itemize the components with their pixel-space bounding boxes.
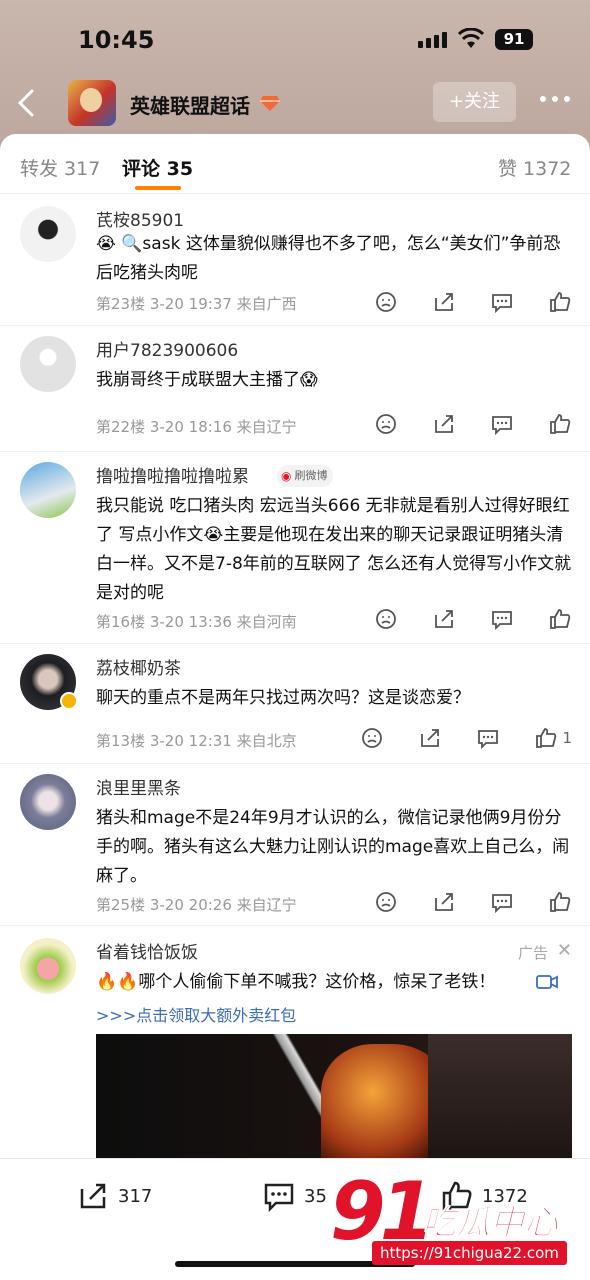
watermark-url: https://91chigua22.com [372,1241,567,1265]
comment-username[interactable]: 芪桉85901 [96,206,184,231]
weibo-tag-label: 刷微博 [294,469,328,482]
like-count: 1 [562,729,572,747]
wifi-icon [458,28,484,48]
topic-title[interactable]: 英雄联盟超话 [130,90,250,119]
video-camera-icon [536,975,558,989]
topic-avatar[interactable] [68,80,116,126]
comment-username[interactable]: 用户7823900606 [96,336,238,361]
dislike-face-icon[interactable] [374,890,398,914]
comment-meta: 第25楼 3-20 20:26 来自辽宁 [96,896,297,914]
repost-count: 317 [118,1185,153,1207]
user-avatar[interactable] [20,336,76,392]
user-avatar[interactable] [20,774,76,830]
tab-comments[interactable]: 评论 35 [122,154,193,181]
comment-item: 浪里里黑条 猪头和mage不是24年9月才认识的么，微信记录他俩9月份分手的啊。… [0,766,590,926]
ad-username[interactable]: 省着钱恰饭饭 [96,938,198,963]
comment-text: 我只能说 吃口猪头肉 宏远当头666 无非就是看别人过得好眼红了 写点小作文😭主… [96,496,572,603]
comment-meta: 第16楼 3-20 13:36 来自河南 [96,613,297,631]
reply-icon[interactable] [490,290,514,314]
comment-item: 芪桉85901 😭 🔍sask 这体量貌似赚得也不多了吧，怎么“美女们”争前恐后… [0,198,590,326]
comment-item: 用户7823900606 我崩哥终于成联盟大主播了😱 第22楼 3-20 18:… [0,328,590,452]
comment-icon [264,1183,294,1213]
comment-text: 猪头和mage不是24年9月才认识的么，微信记录他俩9月份分手的啊。猪头有这么大… [96,808,570,886]
share-icon [80,1183,106,1209]
comment-username[interactable]: 荔枝椰奶茶 [96,654,181,679]
watermark-text: 吃瓜中心 [422,1203,559,1244]
share-icon[interactable] [432,290,456,314]
comment-count: 35 [304,1185,327,1207]
thumbs-up-icon [536,728,557,748]
more-options-icon[interactable] [540,96,570,102]
verified-badge-icon [60,692,78,710]
tab-active-indicator [135,186,181,190]
comment-actions [340,412,572,436]
user-avatar[interactable] [20,206,76,262]
cellular-signal-icon [418,32,447,48]
weibo-tag: ◉ 刷微博 [277,465,334,487]
ad-text: 🔥🔥哪个人偷偷下单不喊我？这价格，惊呆了老铁！ [96,972,496,992]
follow-button[interactable]: +关注 [433,82,516,122]
share-icon[interactable] [432,890,456,914]
comment-actions [340,890,572,914]
tab-bar: 转发 317 评论 35 赞 1372 [0,134,590,194]
battery-icon: 91 [495,29,533,50]
comment-actions [340,290,572,314]
share-icon[interactable] [418,726,442,750]
status-time: 10:45 [78,26,155,54]
like-button[interactable]: 1 [534,726,572,750]
top-nav: 英雄联盟超话 +关注 [0,78,590,128]
back-arrow-icon[interactable] [12,86,42,120]
tab-repost[interactable]: 转发 317 [20,154,100,181]
share-icon[interactable] [432,412,456,436]
status-bar: 10:45 91 [0,0,590,80]
reply-icon[interactable] [476,726,500,750]
comment-text: 聊天的重点不是两年只找过两次吗？这是谈恋爱？ [96,688,470,708]
thumbs-up-icon[interactable] [548,607,572,631]
user-avatar[interactable] [20,462,76,518]
comment-button[interactable]: 35 [262,1179,327,1213]
reply-icon[interactable] [490,412,514,436]
tab-likes[interactable]: 赞 1372 [498,154,571,181]
watermark-logo: 91 吃瓜中心 https://91chigua22.com [330,1165,580,1270]
weibo-icon: ◉ [281,469,292,483]
dislike-face-icon[interactable] [374,607,398,631]
ad-label: 广告 [517,944,548,962]
ad-video-thumbnail[interactable] [96,1034,572,1164]
comment-meta: 第22楼 3-20 18:16 来自辽宁 [96,418,297,436]
reply-icon[interactable] [490,607,514,631]
comment-meta: 第13楼 3-20 12:31 来自北京 [96,732,297,750]
comment-item: 荔枝椰奶茶 聊天的重点不是两年只找过两次吗？这是谈恋爱？ 第13楼 3-20 1… [0,646,590,764]
header-background: 10:45 91 英雄联盟超话 +关注 [0,0,590,150]
ad-avatar[interactable] [20,938,76,994]
comments-sheet: 转发 317 评论 35 赞 1372 芪桉85901 😭 🔍sask 这体量貌… [0,134,590,1280]
comment-text: 我崩哥终于成联盟大主播了😱 [96,370,318,390]
thumbs-up-icon[interactable] [548,412,572,436]
thumbs-up-icon[interactable] [548,290,572,314]
thumbs-up-icon[interactable] [548,890,572,914]
diamond-icon [260,96,280,111]
reply-icon[interactable] [490,890,514,914]
share-icon[interactable] [432,607,456,631]
comment-item: 撸啦撸啦撸啦撸啦累 ◉ 刷微博 我只能说 吃口猪头肉 宏远当头666 无非就是看… [0,454,590,644]
ad-link[interactable]: >>>点击领取大额外卖红包 [96,1002,296,1026]
dislike-face-icon[interactable] [374,290,398,314]
comment-actions: 1 [326,726,572,750]
ad-item[interactable]: 省着钱恰饭饭 广告 ✕ 🔥🔥哪个人偷偷下单不喊我？这价格，惊呆了老铁！ >>>点… [0,930,590,1164]
comment-text: 😭 🔍sask 这体量貌似赚得也不多了吧，怎么“美女们”争前恐后吃猪头肉呢 [96,234,561,283]
comment-username[interactable]: 撸啦撸啦撸啦撸啦累 [96,462,249,487]
dislike-face-icon[interactable] [360,726,384,750]
comment-username[interactable]: 浪里里黑条 [96,774,181,799]
comment-actions [340,607,572,631]
dislike-face-icon[interactable] [374,412,398,436]
repost-button[interactable]: 317 [76,1179,152,1213]
comment-meta: 第23楼 3-20 19:37 来自广西 [96,295,297,313]
close-icon[interactable]: ✕ [557,940,572,961]
